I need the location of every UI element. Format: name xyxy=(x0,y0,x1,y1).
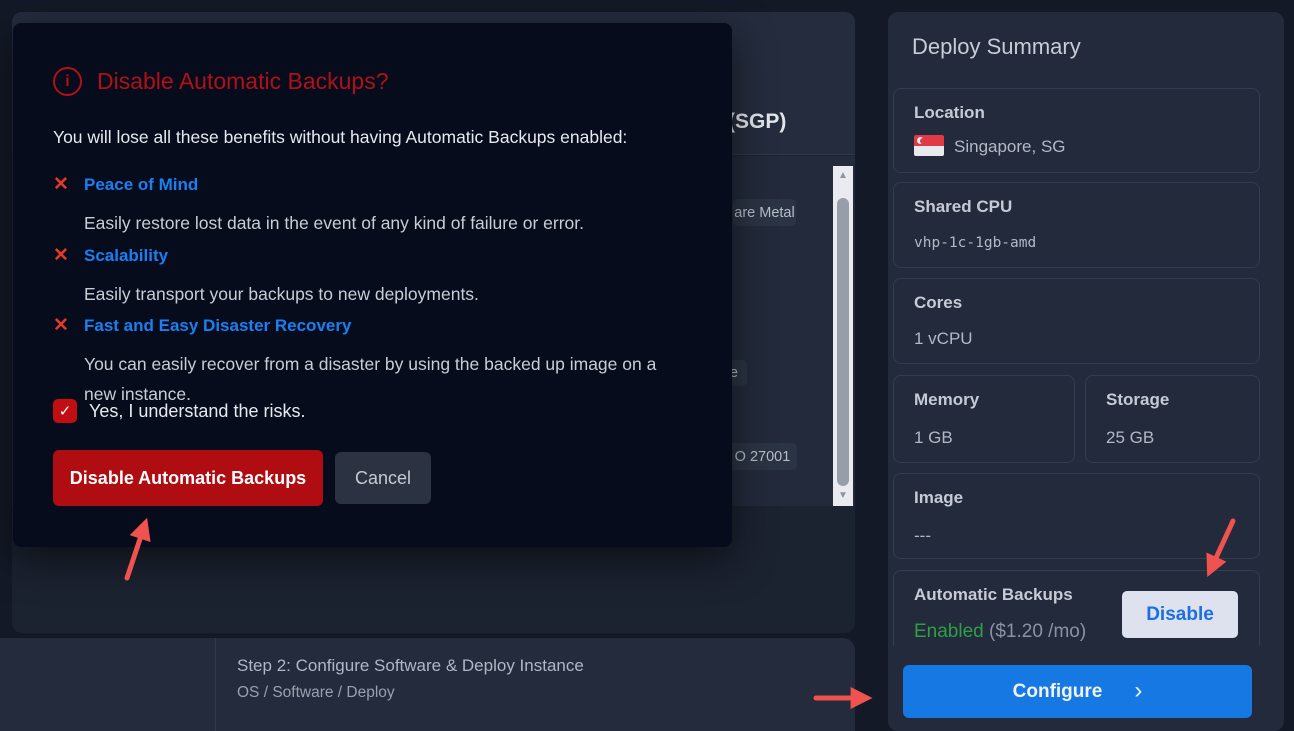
memory-card: Memory 1 GB xyxy=(893,375,1075,463)
cores-label: Cores xyxy=(914,293,962,313)
scrollbar-track[interactable]: ▲ ▼ xyxy=(833,166,853,506)
info-icon: i xyxy=(53,67,82,96)
backups-card: Automatic Backups Enabled ($1.20 /mo) Di… xyxy=(893,570,1260,646)
benefit-title: Scalability xyxy=(84,246,168,266)
backups-status: Enabled xyxy=(914,621,984,642)
disable-backups-sidebar-button[interactable]: Disable xyxy=(1122,591,1238,638)
image-value: --- xyxy=(914,526,931,546)
deploy-summary-panel: Deploy Summary Location Singapore, SG Sh… xyxy=(888,12,1284,731)
footer-divider xyxy=(215,638,216,731)
plan-label: Shared CPU xyxy=(914,197,1012,217)
chip-bare-metal[interactable]: are Metal xyxy=(733,199,796,226)
location-header-text: (SGP) xyxy=(728,110,786,134)
benefit-description: Easily restore lost data in the event of… xyxy=(84,208,693,238)
risk-checkbox[interactable]: ✓ xyxy=(53,399,77,423)
storage-label: Storage xyxy=(1106,390,1169,410)
location-card: Location Singapore, SG xyxy=(893,88,1260,173)
backups-label: Automatic Backups xyxy=(914,585,1073,605)
x-icon: ✕ xyxy=(53,173,71,196)
benefit-item: ✕ Scalability Easily transport your back… xyxy=(53,244,693,309)
scroll-down-icon[interactable]: ▼ xyxy=(833,489,853,503)
disable-backups-modal: i Disable Automatic Backups? You will lo… xyxy=(13,23,732,547)
backups-status-line: Enabled ($1.20 /mo) xyxy=(914,621,1086,643)
image-card: Image --- xyxy=(893,473,1260,559)
cores-value: 1 vCPU xyxy=(914,329,973,349)
chip-iso-27001-label: O 27001 xyxy=(735,449,791,465)
benefit-title: Peace of Mind xyxy=(84,175,198,195)
x-icon: ✕ xyxy=(53,244,71,267)
chip-bare-metal-label: are Metal xyxy=(734,205,794,221)
image-label: Image xyxy=(914,488,963,508)
modal-header: i Disable Automatic Backups? xyxy=(53,67,389,96)
benefit-title: Fast and Easy Disaster Recovery xyxy=(84,316,351,336)
risk-checkbox-label: Yes, I understand the risks. xyxy=(89,401,305,422)
configure-button-label: Configure xyxy=(1013,681,1103,703)
benefit-item: ✕ Peace of Mind Easily restore lost data… xyxy=(53,173,693,238)
step-footer: Step 2: Configure Software & Deploy Inst… xyxy=(0,638,855,731)
scroll-up-icon[interactable]: ▲ xyxy=(833,169,853,183)
step-title: Step 2: Configure Software & Deploy Inst… xyxy=(237,656,584,676)
storage-card: Storage 25 GB xyxy=(1085,375,1260,463)
scrollbar-thumb[interactable] xyxy=(837,198,849,486)
location-label: Location xyxy=(914,103,985,123)
modal-intro-text: You will lose all these benefits without… xyxy=(53,127,627,148)
disable-backups-confirm-button[interactable]: Disable Automatic Backups xyxy=(53,450,323,506)
cancel-button[interactable]: Cancel xyxy=(335,452,431,504)
plan-card: Shared CPU vhp-1c-1gb-amd xyxy=(893,182,1260,268)
benefit-description: Easily transport your backups to new dep… xyxy=(84,279,693,309)
deploy-summary-title: Deploy Summary xyxy=(912,34,1081,60)
location-value: Singapore, SG xyxy=(954,137,1066,157)
cores-card: Cores 1 vCPU xyxy=(893,278,1260,364)
x-icon: ✕ xyxy=(53,314,71,337)
configure-button[interactable]: Configure › xyxy=(903,665,1252,718)
storage-value: 25 GB xyxy=(1106,428,1154,448)
modal-title: Disable Automatic Backups? xyxy=(97,68,389,95)
chip-iso-27001[interactable]: O 27001 xyxy=(728,443,797,470)
memory-label: Memory xyxy=(914,390,979,410)
singapore-flag-icon xyxy=(914,135,944,156)
backups-card-clip: Automatic Backups Enabled ($1.20 /mo) Di… xyxy=(893,570,1260,646)
deploy-page: (SGP) are Metal e O 27001 ▲ ▼ Step 2: Co… xyxy=(0,0,1294,731)
step-subtitle: OS / Software / Deploy xyxy=(237,684,395,702)
plan-value: vhp-1c-1gb-amd xyxy=(914,235,1036,251)
backups-price: ($1.20 /mo) xyxy=(989,621,1086,642)
memory-value: 1 GB xyxy=(914,428,953,448)
benefit-item: ✕ Fast and Easy Disaster Recovery You ca… xyxy=(53,314,693,409)
chevron-right-icon: › xyxy=(1134,679,1142,703)
risk-acknowledge-row: ✓ Yes, I understand the risks. xyxy=(53,399,305,423)
